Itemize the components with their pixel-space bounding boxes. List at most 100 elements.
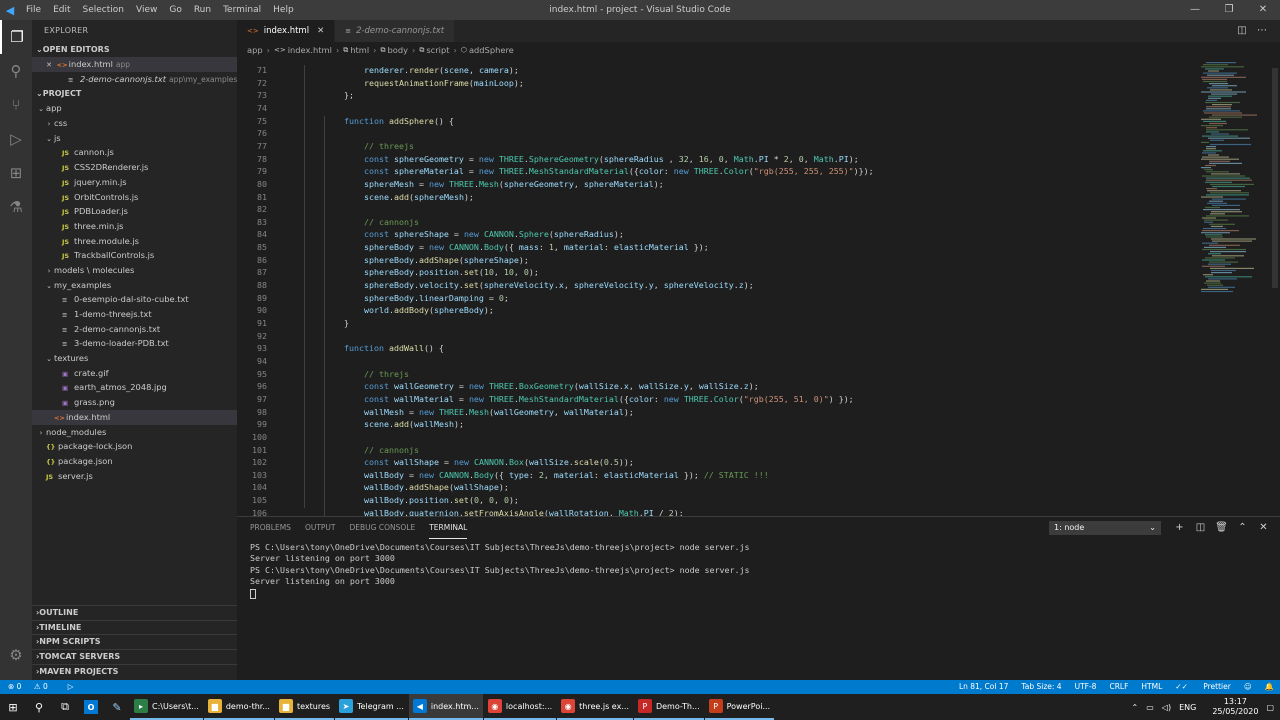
breadcrumb-html[interactable]: html bbox=[350, 45, 369, 55]
cursor-position[interactable]: Ln 81, Col 17 bbox=[959, 680, 1008, 694]
sidebar-section[interactable]: ›NPM SCRIPTS bbox=[32, 634, 237, 649]
tree-file[interactable]: ▣ grass.png bbox=[32, 395, 237, 410]
run-debug-icon[interactable]: ▷ bbox=[0, 122, 32, 156]
tree-file[interactable]: ≡ 2-demo-cannonjs.txt bbox=[32, 322, 237, 337]
editor-scrollbar[interactable] bbox=[1270, 58, 1280, 516]
project-section[interactable]: ⌄PROJECT bbox=[32, 86, 237, 101]
taskbar-app[interactable]: P PowerPoi... bbox=[704, 694, 775, 720]
terminal-select[interactable]: 1: node ⌄ bbox=[1049, 521, 1161, 535]
code-line[interactable]: sphereBody.linearDamping = 0; bbox=[364, 293, 509, 303]
code-line[interactable]: } bbox=[344, 318, 349, 328]
tree-file[interactable]: JS TrackballControls.js bbox=[32, 248, 237, 263]
code-line[interactable]: function addWall() { bbox=[344, 343, 444, 353]
code-editor[interactable]: 71 renderer.render(scene, camera); 72 reque… bbox=[237, 58, 1197, 516]
notifications-icon[interactable]: 🔔 bbox=[1265, 680, 1274, 694]
code-line[interactable]: function addSphere() { bbox=[344, 116, 454, 126]
search-icon[interactable]: ⚲ bbox=[26, 694, 52, 720]
tab-size[interactable]: Tab Size: 4 bbox=[1021, 680, 1061, 694]
close-icon[interactable]: ✕ bbox=[44, 58, 54, 72]
code-line[interactable]: sphereBody = new CANNON.Body({ mass: 1, … bbox=[364, 242, 709, 252]
tree-file[interactable]: JS OrbitControls.js bbox=[32, 190, 237, 205]
taskbar-app[interactable]: ▆ textures bbox=[274, 694, 335, 720]
code-line[interactable]: // cannonjs bbox=[364, 217, 419, 227]
tree-file[interactable]: <>index.html bbox=[32, 409, 237, 425]
tree-file[interactable]: ▣ earth_atmos_2048.jpg bbox=[32, 380, 237, 395]
code-line[interactable]: wallBody.position.set(0, 0, 0); bbox=[364, 495, 519, 505]
sidebar-section[interactable]: ›OUTLINE bbox=[32, 605, 237, 620]
encoding[interactable]: UTF-8 bbox=[1075, 680, 1097, 694]
sidebar-section[interactable]: ›MAVEN PROJECTS bbox=[32, 663, 237, 679]
extensions-icon[interactable]: ⊞ bbox=[0, 156, 32, 190]
tree-file[interactable]: JS PDBLoader.js bbox=[32, 204, 237, 219]
breadcrumb-file[interactable]: index.html bbox=[288, 45, 332, 55]
breadcrumb-script[interactable]: script bbox=[426, 45, 449, 55]
tab-terminal[interactable]: TERMINAL bbox=[429, 518, 468, 539]
code-line[interactable]: const wallGeometry = new THREE.BoxGeomet… bbox=[364, 381, 759, 391]
breadcrumb-app[interactable]: app bbox=[247, 45, 263, 55]
code-line[interactable]: world.addBody(sphereBody); bbox=[364, 305, 494, 315]
taskbar-app[interactable]: ◀ index.htm... bbox=[408, 694, 483, 720]
eol[interactable]: CRLF bbox=[1109, 680, 1128, 694]
tree-folder[interactable]: ⌄ textures bbox=[32, 351, 237, 366]
clock[interactable]: 13:17 25/05/2020 bbox=[1204, 697, 1258, 717]
code-line[interactable]: const sphereMaterial = new THREE.MeshSta… bbox=[364, 166, 874, 176]
tree-file[interactable]: {} package.json bbox=[32, 454, 237, 469]
code-line[interactable]: sphereMesh = new THREE.Mesh(sphereGeomet… bbox=[364, 179, 664, 189]
tree-file[interactable]: JS three.module.js bbox=[32, 234, 237, 249]
sidebar-section[interactable]: ›TIMELINE bbox=[32, 619, 237, 635]
menu-help[interactable]: Help bbox=[267, 0, 300, 20]
tree-folder[interactable]: › css bbox=[32, 116, 237, 131]
code-line[interactable]: scene.add(sphereMesh); bbox=[364, 192, 474, 202]
gear-icon[interactable]: ⚙ bbox=[0, 638, 32, 672]
minimize-icon[interactable]: — bbox=[1178, 0, 1212, 20]
code-line[interactable]: renderer.render(scene, camera); bbox=[364, 65, 519, 75]
language-mode[interactable]: HTML bbox=[1141, 680, 1162, 694]
sidebar-section[interactable]: ›TOMCAT SERVERS bbox=[32, 649, 237, 664]
breadcrumb-body[interactable]: body bbox=[388, 45, 409, 55]
tab-debug-console[interactable]: DEBUG CONSOLE bbox=[350, 518, 416, 538]
close-panel-icon[interactable]: ✕ bbox=[1253, 520, 1274, 536]
taskbar-app[interactable]: ▸ C:\Users\t... bbox=[130, 694, 203, 720]
windows-start-icon[interactable]: ⊞ bbox=[0, 694, 26, 720]
tree-file[interactable]: JS three.min.js bbox=[32, 219, 237, 234]
code-line[interactable]: sphereBody.position.set(10, 10, 0); bbox=[364, 267, 539, 277]
tree-folder[interactable]: ⌄ my_examples bbox=[32, 278, 237, 293]
tree-file[interactable]: JS CSS2DRenderer.js bbox=[32, 160, 237, 175]
notification-center-icon[interactable]: ▢ bbox=[1266, 703, 1274, 712]
tree-file[interactable]: ≡ 1-demo-threejs.txt bbox=[32, 307, 237, 322]
open-editor-item[interactable]: ≡ 2-demo-cannonjs.txt app\my_examples bbox=[32, 72, 237, 87]
tree-file[interactable]: ▣ crate.gif bbox=[32, 366, 237, 381]
taskbar-app[interactable]: ◉ localhost:... bbox=[483, 694, 557, 720]
feedback-icon[interactable]: ☺ bbox=[1244, 680, 1252, 694]
tree-folder[interactable]: › node_modules bbox=[32, 425, 237, 440]
code-line[interactable]: const sphereGeometry = new THREE.SphereG… bbox=[364, 154, 859, 164]
input-language[interactable]: ENG bbox=[1179, 703, 1196, 712]
chevron-up-icon[interactable]: ⌃ bbox=[1132, 703, 1139, 712]
search-icon[interactable]: ⚲ bbox=[0, 54, 32, 88]
menu-file[interactable]: File bbox=[20, 0, 47, 20]
pen-icon[interactable]: ✎ bbox=[104, 694, 130, 720]
taskbar-app[interactable]: ▆ demo-thr... bbox=[203, 694, 274, 720]
tree-folder[interactable]: ⌄ app bbox=[32, 101, 237, 116]
code-line[interactable]: wallBody.quaternion.setFromAxisAngle(wal… bbox=[364, 508, 684, 516]
code-line[interactable]: // threejs bbox=[364, 141, 414, 151]
tree-folder[interactable]: › models \ molecules bbox=[32, 263, 237, 278]
code-line[interactable]: const wallShape = new CANNON.Box(wallSiz… bbox=[364, 457, 634, 467]
close-icon[interactable]: ✕ bbox=[317, 20, 324, 42]
live-share-icon[interactable]: ▷ bbox=[68, 680, 74, 694]
tree-folder[interactable]: ⌄ js bbox=[32, 131, 237, 146]
problems-indicator[interactable]: ⊗ 0 ⚠ 0 bbox=[8, 680, 58, 694]
volume-icon[interactable]: ◁) bbox=[1162, 703, 1171, 712]
outlook-icon[interactable]: O bbox=[78, 694, 104, 720]
split-terminal-icon[interactable]: ◫ bbox=[1190, 520, 1211, 536]
source-control-icon[interactable]: ⑂ bbox=[0, 88, 32, 122]
new-terminal-icon[interactable]: + bbox=[1169, 520, 1190, 536]
menu-run[interactable]: Run bbox=[188, 0, 217, 20]
code-line[interactable]: const sphereShape = new CANNON.Sphere(sp… bbox=[364, 229, 624, 239]
code-line[interactable]: // cannonjs bbox=[364, 445, 419, 455]
tab-problems[interactable]: PROBLEMS bbox=[250, 518, 291, 538]
code-line[interactable]: }; bbox=[344, 90, 354, 100]
taskbar-app[interactable]: P Demo-Th... bbox=[633, 694, 704, 720]
tab-2-demo-cannonjs[interactable]: ≡ 2-demo-cannonjs.txt bbox=[335, 20, 456, 42]
tree-file[interactable]: {} package-lock.json bbox=[32, 439, 237, 454]
